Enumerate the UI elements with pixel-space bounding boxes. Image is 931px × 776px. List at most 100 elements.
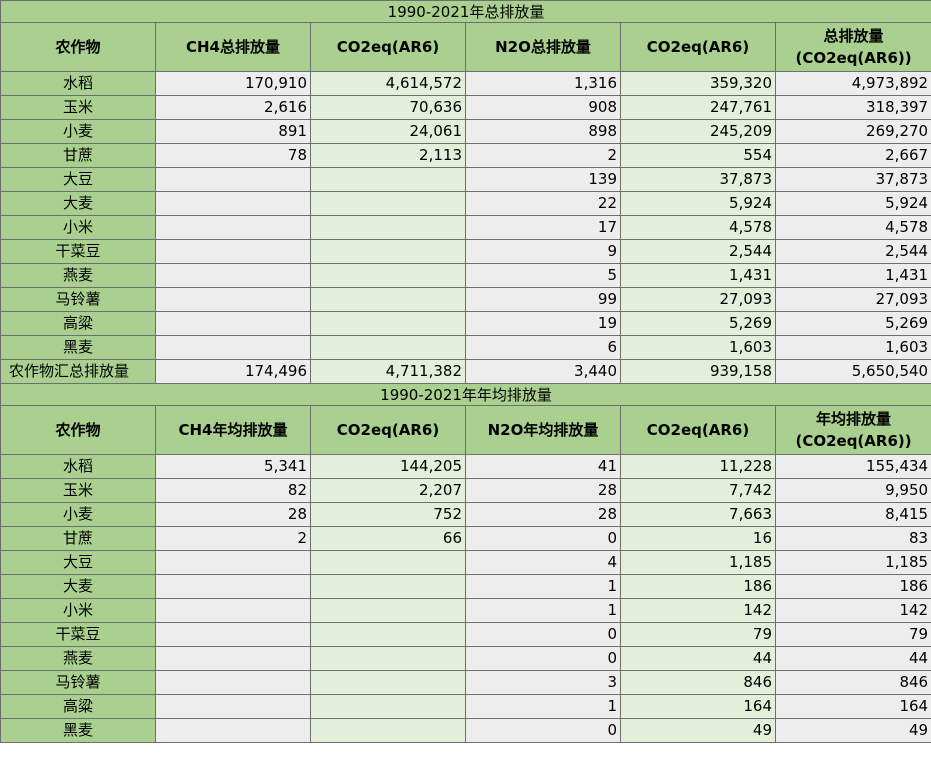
cell-ch4[interactable] bbox=[155, 694, 311, 719]
cell-ch4[interactable] bbox=[155, 550, 311, 575]
cell-total-co2eq[interactable]: 83 bbox=[774, 526, 931, 551]
cell-total-co2eq[interactable]: 44 bbox=[774, 646, 931, 671]
cell-total-co2eq[interactable]: 8,415 bbox=[774, 502, 931, 527]
cell-crop-name[interactable]: 黑麦 bbox=[0, 335, 156, 360]
cell-n2o-co2eq[interactable]: 1,431 bbox=[620, 263, 776, 288]
cell-total-co2eq[interactable]: 27,093 bbox=[774, 287, 931, 312]
cell-n2o[interactable]: 1 bbox=[465, 694, 621, 719]
cell-total-co2eq[interactable]: 142 bbox=[774, 598, 931, 623]
cell-ch4[interactable] bbox=[155, 598, 311, 623]
cell-total-co2eq[interactable]: 318,397 bbox=[774, 95, 931, 120]
column-header-crop-name[interactable]: 农作物 bbox=[0, 22, 156, 72]
cell-crop-name[interactable]: 小麦 bbox=[0, 119, 156, 144]
cell-crop-name[interactable]: 农作物汇总排放量 bbox=[0, 359, 156, 384]
column-header-ch4-co2eq[interactable]: CO2eq(AR6) bbox=[310, 22, 466, 72]
cell-crop-name[interactable]: 黑麦 bbox=[0, 718, 156, 743]
cell-n2o-co2eq[interactable]: 11,228 bbox=[620, 454, 776, 479]
cell-ch4-co2eq[interactable]: 4,614,572 bbox=[310, 71, 466, 96]
cell-crop-name[interactable]: 玉米 bbox=[0, 478, 156, 503]
cell-ch4[interactable]: 5,341 bbox=[155, 454, 311, 479]
cell-ch4[interactable] bbox=[155, 718, 311, 743]
cell-n2o[interactable]: 2 bbox=[465, 143, 621, 168]
cell-n2o[interactable]: 6 bbox=[465, 335, 621, 360]
cell-n2o[interactable]: 9 bbox=[465, 239, 621, 264]
cell-ch4[interactable]: 174,496 bbox=[155, 359, 311, 384]
cell-ch4-co2eq[interactable] bbox=[310, 550, 466, 575]
cell-crop-name[interactable]: 燕麦 bbox=[0, 646, 156, 671]
cell-ch4-co2eq[interactable]: 70,636 bbox=[310, 95, 466, 120]
cell-n2o[interactable]: 1 bbox=[465, 574, 621, 599]
column-header-ch4-co2eq[interactable]: CO2eq(AR6) bbox=[310, 405, 466, 455]
cell-ch4-co2eq[interactable]: 752 bbox=[310, 502, 466, 527]
cell-ch4-co2eq[interactable] bbox=[310, 670, 466, 695]
cell-crop-name[interactable]: 高粱 bbox=[0, 694, 156, 719]
cell-ch4[interactable] bbox=[155, 622, 311, 647]
cell-total-co2eq[interactable]: 186 bbox=[774, 574, 931, 599]
cell-ch4[interactable] bbox=[155, 574, 311, 599]
cell-n2o[interactable]: 4 bbox=[465, 550, 621, 575]
cell-n2o-co2eq[interactable]: 27,093 bbox=[620, 287, 776, 312]
cell-n2o[interactable]: 898 bbox=[465, 119, 621, 144]
cell-n2o-co2eq[interactable]: 16 bbox=[620, 526, 776, 551]
cell-crop-name[interactable]: 干菜豆 bbox=[0, 239, 156, 264]
cell-total-co2eq[interactable]: 846 bbox=[774, 670, 931, 695]
cell-ch4-co2eq[interactable] bbox=[310, 694, 466, 719]
cell-ch4-co2eq[interactable] bbox=[310, 167, 466, 192]
cell-n2o[interactable]: 3 bbox=[465, 670, 621, 695]
cell-ch4-co2eq[interactable] bbox=[310, 598, 466, 623]
cell-crop-name[interactable]: 小米 bbox=[0, 598, 156, 623]
cell-n2o[interactable]: 0 bbox=[465, 646, 621, 671]
cell-total-co2eq[interactable]: 269,270 bbox=[774, 119, 931, 144]
cell-ch4[interactable]: 170,910 bbox=[155, 71, 311, 96]
cell-crop-name[interactable]: 马铃薯 bbox=[0, 287, 156, 312]
cell-crop-name[interactable]: 燕麦 bbox=[0, 263, 156, 288]
cell-n2o-co2eq[interactable]: 142 bbox=[620, 598, 776, 623]
cell-n2o-co2eq[interactable]: 359,320 bbox=[620, 71, 776, 96]
column-header-total-co2eq[interactable]: 总排放量 (CO2eq(AR6)) bbox=[774, 22, 931, 72]
cell-ch4-co2eq[interactable] bbox=[310, 263, 466, 288]
cell-ch4[interactable] bbox=[155, 670, 311, 695]
cell-ch4[interactable] bbox=[155, 215, 311, 240]
cell-ch4-co2eq[interactable] bbox=[310, 239, 466, 264]
cell-total-co2eq[interactable]: 1,431 bbox=[774, 263, 931, 288]
cell-ch4-co2eq[interactable]: 4,711,382 bbox=[310, 359, 466, 384]
cell-n2o-co2eq[interactable]: 5,269 bbox=[620, 311, 776, 336]
cell-crop-name[interactable]: 小米 bbox=[0, 215, 156, 240]
cell-ch4-co2eq[interactable] bbox=[310, 191, 466, 216]
cell-ch4[interactable]: 2 bbox=[155, 526, 311, 551]
cell-total-co2eq[interactable]: 9,950 bbox=[774, 478, 931, 503]
cell-n2o-co2eq[interactable]: 1,185 bbox=[620, 550, 776, 575]
cell-ch4-co2eq[interactable] bbox=[310, 311, 466, 336]
cell-total-co2eq[interactable]: 49 bbox=[774, 718, 931, 743]
column-header-ch4[interactable]: CH4总排放量 bbox=[155, 22, 311, 72]
cell-total-co2eq[interactable]: 155,434 bbox=[774, 454, 931, 479]
cell-ch4[interactable]: 891 bbox=[155, 119, 311, 144]
cell-total-co2eq[interactable]: 4,973,892 bbox=[774, 71, 931, 96]
cell-total-co2eq[interactable]: 1,603 bbox=[774, 335, 931, 360]
cell-total-co2eq[interactable]: 5,924 bbox=[774, 191, 931, 216]
cell-n2o-co2eq[interactable]: 554 bbox=[620, 143, 776, 168]
cell-n2o-co2eq[interactable]: 44 bbox=[620, 646, 776, 671]
cell-ch4[interactable] bbox=[155, 646, 311, 671]
cell-total-co2eq[interactable]: 164 bbox=[774, 694, 931, 719]
cell-n2o-co2eq[interactable]: 37,873 bbox=[620, 167, 776, 192]
cell-n2o-co2eq[interactable]: 79 bbox=[620, 622, 776, 647]
cell-ch4-co2eq[interactable]: 66 bbox=[310, 526, 466, 551]
cell-ch4[interactable]: 82 bbox=[155, 478, 311, 503]
cell-ch4[interactable]: 2,616 bbox=[155, 95, 311, 120]
cell-ch4[interactable]: 28 bbox=[155, 502, 311, 527]
cell-ch4[interactable] bbox=[155, 287, 311, 312]
cell-crop-name[interactable]: 马铃薯 bbox=[0, 670, 156, 695]
cell-crop-name[interactable]: 甘蔗 bbox=[0, 143, 156, 168]
cell-n2o[interactable]: 19 bbox=[465, 311, 621, 336]
cell-crop-name[interactable]: 水稻 bbox=[0, 71, 156, 96]
cell-n2o-co2eq[interactable]: 186 bbox=[620, 574, 776, 599]
cell-crop-name[interactable]: 玉米 bbox=[0, 95, 156, 120]
cell-ch4[interactable] bbox=[155, 311, 311, 336]
cell-crop-name[interactable]: 大豆 bbox=[0, 167, 156, 192]
cell-n2o-co2eq[interactable]: 2,544 bbox=[620, 239, 776, 264]
cell-total-co2eq[interactable]: 37,873 bbox=[774, 167, 931, 192]
cell-total-co2eq[interactable]: 79 bbox=[774, 622, 931, 647]
cell-total-co2eq[interactable]: 5,269 bbox=[774, 311, 931, 336]
cell-n2o[interactable]: 0 bbox=[465, 622, 621, 647]
